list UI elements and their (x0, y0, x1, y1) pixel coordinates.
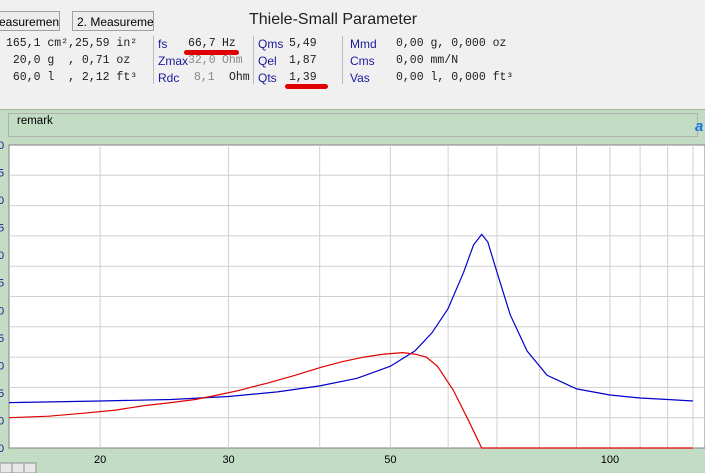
rdc-value: 8,1 (194, 71, 215, 84)
x-tick-label: 30 (222, 454, 234, 466)
fs-value: 66,7 (188, 37, 216, 50)
y-tick-label: 5 (0, 388, 4, 400)
app-logo: a (695, 118, 704, 135)
y-tick-label: 0 (0, 141, 4, 152)
qel-label: Qel (258, 54, 277, 68)
qms-label: Qms (258, 37, 284, 51)
vas-label: Vas (350, 71, 370, 85)
zmax-label: Zmax (158, 54, 188, 68)
y-tick-label: 0 (0, 443, 4, 455)
vas-value: 0,00 l, 0,000 ft³ (396, 71, 514, 84)
measurement-1-button[interactable]: easurement (0, 11, 60, 31)
mass-value: 20,0 g , 0,71 oz (6, 54, 131, 67)
impedance-chart: 20 30 50 100050505050500 (0, 141, 705, 473)
fs-unit: Hz (222, 37, 236, 50)
toolbar-area: easurement 2. Measurement Thiele-Small P… (0, 0, 705, 109)
x-tick-label: 20 (94, 454, 106, 466)
mmd-label: Mmd (350, 37, 377, 51)
mmd-value: 0,00 g, 0,000 oz (396, 37, 507, 50)
cms-value: 0,00 mm/N (396, 54, 459, 67)
scroll-button (23, 462, 37, 473)
y-tick-label: 5 (0, 278, 4, 290)
cms-label: Cms (350, 54, 375, 68)
remark-field[interactable] (8, 113, 698, 137)
qts-label: Qts (258, 71, 277, 85)
qts-value: 1,39 (289, 71, 317, 84)
area-value: 165,1 cm²,25,59 in² (6, 37, 138, 50)
qel-value: 1,87 (289, 54, 317, 67)
x-tick-label: 50 (384, 454, 396, 466)
remark-label: remark (17, 115, 53, 127)
rdc-label: Rdc (158, 71, 180, 85)
separator (153, 36, 154, 84)
y-tick-label: 0 (0, 305, 4, 317)
y-tick-label: 0 (0, 360, 4, 372)
y-tick-label: 0 (0, 250, 4, 262)
separator (342, 36, 343, 84)
zmax-unit: Ohm (222, 54, 243, 67)
scroll-button (11, 462, 25, 473)
measurement-2-button[interactable]: 2. Measurement (72, 11, 154, 31)
qms-value: 5,49 (289, 37, 317, 50)
x-tick-label: 100 (601, 454, 619, 466)
fs-label: fs (158, 37, 168, 51)
chart-area: 20 30 50 100 0 5 0 5 0 5 0 5 0 5 0 0 (0, 141, 705, 473)
volume-value: 60,0 l , 2,12 ft³ (6, 71, 138, 84)
scroll-button (0, 462, 13, 473)
y-tick-label: 5 (0, 223, 4, 235)
qts-highlight (285, 84, 328, 89)
y-tick-label: 0 (0, 195, 4, 207)
y-tick-label: 0 (0, 415, 4, 427)
y-tick-label: 5 (0, 333, 4, 345)
zmax-value: 32,0 (188, 54, 216, 67)
separator (253, 36, 254, 84)
rdc-unit: Ohm (229, 71, 250, 84)
panel-title: Thiele-Small Parameter (249, 11, 418, 28)
y-tick-label: 5 (0, 168, 4, 180)
